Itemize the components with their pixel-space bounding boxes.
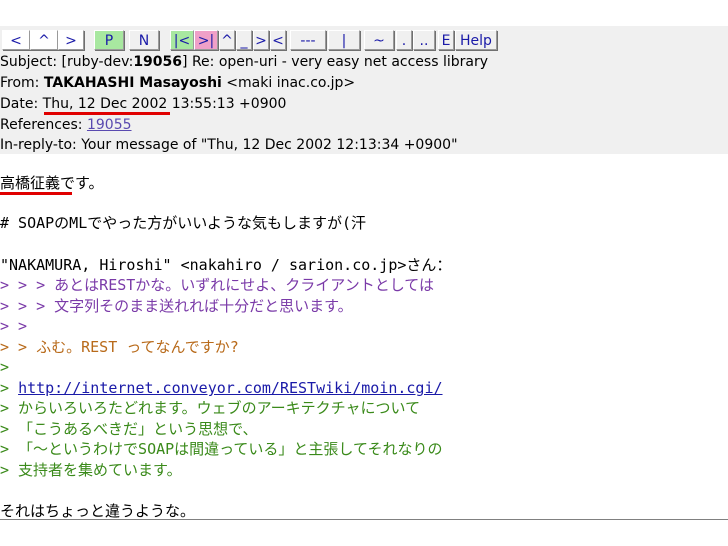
forward-button[interactable]: > <box>253 30 269 50</box>
date-highlight <box>44 112 170 115</box>
restwiki-link[interactable]: http://internet.conveyor.com/RESTwiki/mo… <box>18 379 442 397</box>
next-button[interactable]: > <box>58 30 84 50</box>
body-line: # SOAPのMLでやった方がいいような気もしますが(汗 <box>0 214 366 232</box>
divider <box>0 519 728 520</box>
quote-line: > 「～というわけでSOAPは間違っている」と主張してそれなりの <box>0 440 443 458</box>
up-button[interactable]: ^ <box>30 30 58 50</box>
quote-line: > > <box>0 317 28 335</box>
next-thread-button[interactable]: N <box>129 30 159 50</box>
references-header: References: 19055 <box>0 117 132 133</box>
body-line-greeting: 高橋征義です。 <box>0 174 104 192</box>
current-dir-button[interactable]: . <box>396 30 412 50</box>
date-header: Date: Thu, 12 Dec 2002 13:55:13 +0900 <box>0 96 287 112</box>
quote-line: > <box>0 358 10 376</box>
body-line: それはちょっと違うような。 <box>0 502 196 520</box>
body-line: "NAKAMURA, Hiroshi" <nakahiro / sarion.c… <box>0 256 452 274</box>
quote-line: > 「こうあるべきだ」という思想で、 <box>0 420 258 438</box>
prev-thread-button[interactable]: P <box>94 30 124 50</box>
in-reply-to-header: In-reply-to: Your message of "Thu, 12 De… <box>0 137 458 153</box>
name-highlight <box>0 192 72 195</box>
back-button[interactable]: < <box>270 30 286 50</box>
quote-line: > > > あとはRESTかな。いずれにせよ、クライアントとしては <box>0 276 434 294</box>
english-button[interactable]: E <box>438 30 454 50</box>
parent-button[interactable]: ^ <box>219 30 235 50</box>
last-button[interactable]: >| <box>194 30 218 50</box>
index-button[interactable]: | <box>328 30 360 50</box>
thread-button[interactable]: --- <box>290 30 326 50</box>
references-link[interactable]: 19055 <box>87 117 132 133</box>
child-button[interactable]: _ <box>236 30 252 50</box>
home-button[interactable]: ~ <box>364 30 394 50</box>
quote-line: > http://internet.conveyor.com/RESTwiki/… <box>0 379 443 397</box>
first-button[interactable]: |< <box>170 30 194 50</box>
quote-line: > > ふむ。REST ってなんですか? <box>0 338 239 356</box>
parent-dir-button[interactable]: .. <box>413 30 435 50</box>
quote-line: > からいろいろたどれます。ウェブのアーキテクチャについて <box>0 399 421 417</box>
help-button[interactable]: Help <box>455 30 497 50</box>
from-header: From: TAKAHASHI Masayoshi <maki inac.co.… <box>0 75 356 91</box>
subject-header: Subject: [ruby-dev:19056] Re: open-uri -… <box>0 54 488 70</box>
quote-line: > 支持者を集めています。 <box>0 461 182 479</box>
prev-button[interactable]: < <box>2 30 30 50</box>
quote-line: > > > 文字列そのまま送れれば十分だと思います。 <box>0 297 353 315</box>
